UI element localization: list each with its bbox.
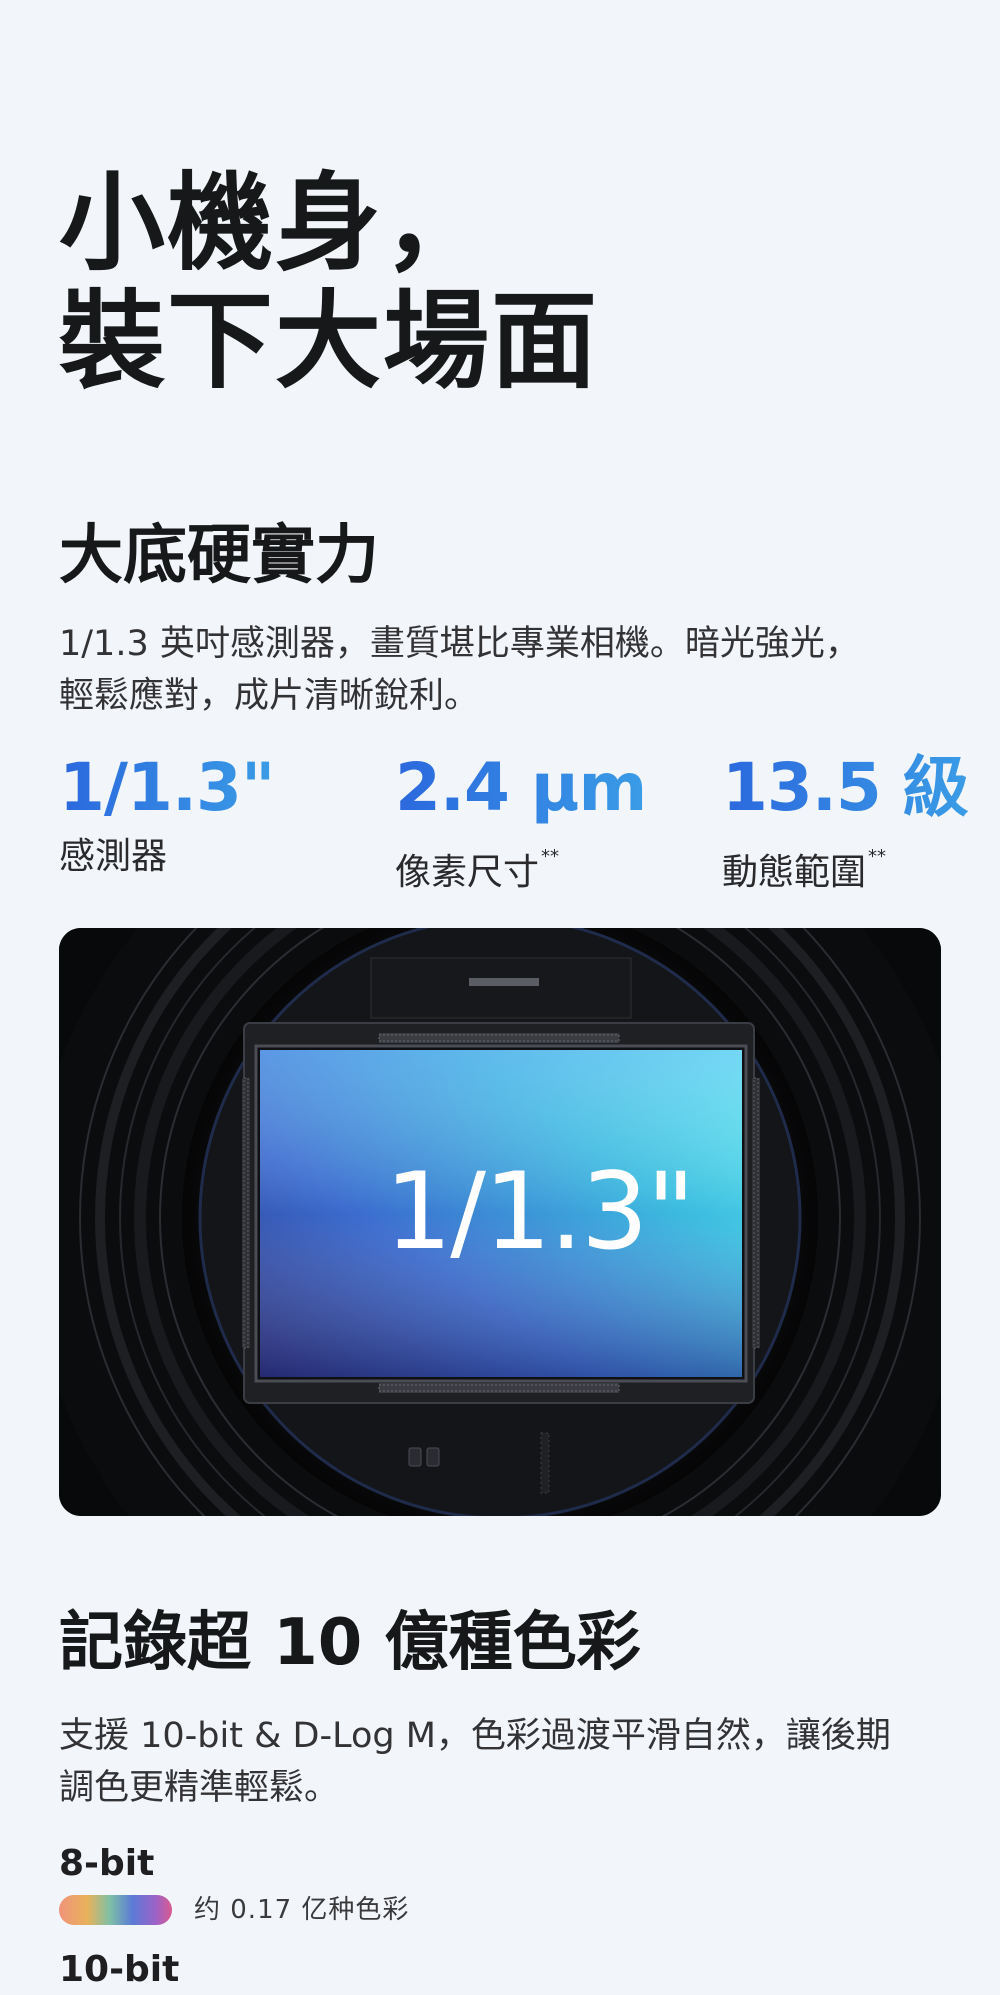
sensor-figure-label: 1/1.3" xyxy=(385,1150,693,1273)
sensor-desc-line-2: 輕鬆應對，成片清晰銳利。 xyxy=(59,676,480,716)
bit-depth-10: 10-bit xyxy=(59,1948,179,1992)
stat-value: 1/1.3" xyxy=(59,749,275,826)
stat-label-text: 像素尺寸 xyxy=(395,852,540,893)
hero-title-line-2: 裝下大場面 xyxy=(59,280,599,403)
color-gradient-bar xyxy=(59,1895,172,1925)
stat-pixel-size: 2.4 μm 像素尺寸 ** xyxy=(395,748,647,898)
bit-depth-8: 8-bit 约 0.17 亿种色彩 xyxy=(59,1842,409,1926)
hero-title: 小機身， 裝下大場面 xyxy=(59,165,599,401)
stat-value: 13.5 級 xyxy=(722,749,969,826)
bit-bar-row: 约 0.17 亿种色彩 xyxy=(59,1894,409,1926)
sensor-pins-bottom xyxy=(378,1383,620,1393)
color-section-title: 記錄超 10 億種色彩 xyxy=(59,1606,641,1680)
stat-label: 像素尺寸 ** xyxy=(395,832,646,898)
stat-label-text: 感測器 xyxy=(59,836,168,877)
sensor-desc-line-1: 1/1.3 英吋感測器，畫質堪比專業相機。暗光強光， xyxy=(59,624,860,664)
hero-title-line-1: 小機身， xyxy=(59,162,491,285)
stat-dynamic-range: 13.5 級 動態範圍 ** xyxy=(722,748,969,898)
color-desc-line-2: 調色更精準輕鬆。 xyxy=(59,1768,340,1808)
sensor-section-title: 大底硬實力 xyxy=(59,519,379,593)
stat-label-text: 動態範圍 xyxy=(722,852,867,893)
sensor-pins-left xyxy=(242,1077,250,1349)
sensor-section-description: 1/1.3 英吋感測器，畫質堪比專業相機。暗光強光， 輕鬆應對，成片清晰銳利。 xyxy=(59,618,939,722)
stat-label: 感測器 xyxy=(59,832,274,882)
color-desc-line-1: 支援 10-bit & D-Log M，色彩過渡平滑自然，讓後期 xyxy=(59,1716,891,1756)
bit-caption: 约 0.17 亿种色彩 xyxy=(194,1895,410,1925)
stat-sensor-size: 1/1.3" 感測器 xyxy=(59,748,275,882)
bit-label: 10-bit xyxy=(59,1949,180,1990)
stat-label: 動態範圍 ** xyxy=(722,832,968,898)
sensor-image: 1/1.3" xyxy=(59,928,941,1516)
sensor-pins-top xyxy=(378,1033,620,1043)
bit-label: 8-bit xyxy=(59,1843,155,1884)
stat-value: 2.4 μm xyxy=(395,749,647,826)
stat-footnote: ** xyxy=(868,846,887,867)
sensor-pins-right xyxy=(752,1077,760,1349)
stat-footnote: ** xyxy=(541,846,560,867)
sensor-illustration: 1/1.3" xyxy=(59,928,941,1516)
color-section-description: 支援 10-bit & D-Log M，色彩過渡平滑自然，讓後期 調色更精準輕鬆… xyxy=(59,1710,939,1814)
